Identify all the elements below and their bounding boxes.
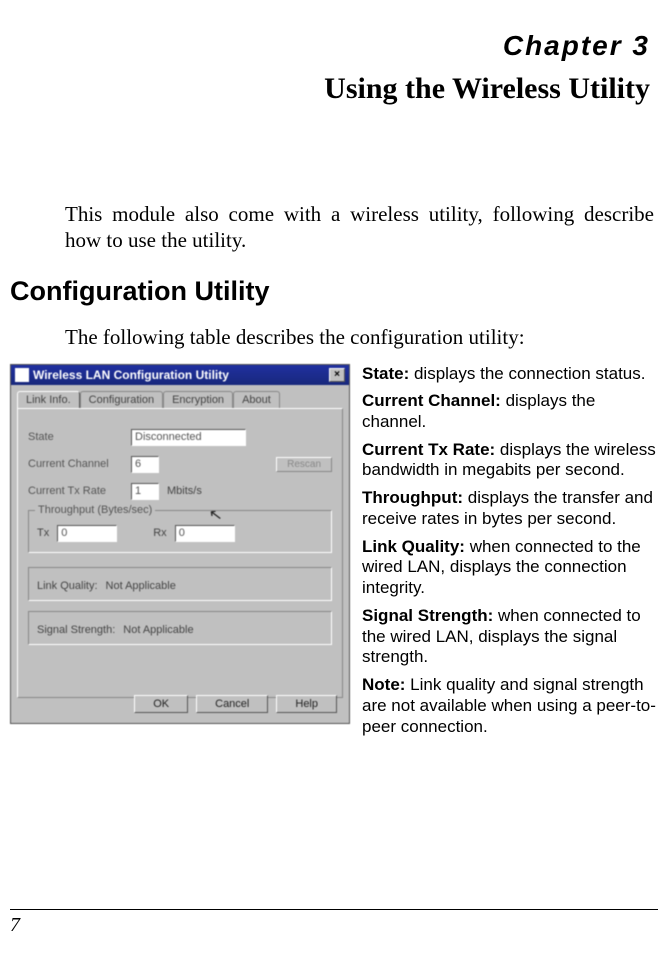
- app-icon: [15, 368, 29, 382]
- txrate-field: 1: [131, 483, 159, 500]
- ok-button[interactable]: OK: [134, 695, 188, 713]
- tab-about[interactable]: About: [233, 391, 280, 408]
- tab-link-info[interactable]: Link Info.: [17, 391, 80, 408]
- desc-note: Note: Link quality and signal strength a…: [362, 675, 658, 737]
- link-quality-group: Link Quality: Not Applicable: [28, 567, 332, 601]
- desc-signal: Signal Strength: when connected to the w…: [362, 606, 658, 668]
- desc-state: State: displays the connection status.: [362, 364, 658, 385]
- content-row: Wireless LAN Configuration Utility × Lin…: [10, 364, 658, 745]
- tx-label: Tx: [37, 527, 49, 539]
- channel-field: 6: [131, 456, 159, 473]
- throughput-group: Throughput (Bytes/sec) Tx 0 Rx 0: [28, 510, 332, 553]
- link-quality-label: Link Quality:: [37, 580, 98, 592]
- rescan-button[interactable]: Rescan: [276, 457, 332, 472]
- desc-txrate: Current Tx Rate: displays the wireless b…: [362, 440, 658, 481]
- page-number: 7: [10, 914, 20, 936]
- tab-configuration[interactable]: Configuration: [80, 391, 163, 408]
- desc-channel: Current Channel: displays the channel.: [362, 391, 658, 432]
- state-label: State: [28, 431, 123, 443]
- link-quality-value: Not Applicable: [106, 580, 176, 592]
- section-heading: Configuration Utility: [10, 276, 658, 307]
- config-utility-screenshot: Wireless LAN Configuration Utility × Lin…: [10, 364, 350, 724]
- txrate-unit: Mbits/s: [167, 485, 202, 497]
- page-footer: 7: [10, 909, 658, 937]
- dialog-buttons: OK Cancel Help: [134, 695, 337, 713]
- tab-encryption[interactable]: Encryption: [163, 391, 233, 408]
- throughput-label: Throughput (Bytes/sec): [35, 504, 155, 516]
- rx-field: 0: [175, 525, 235, 542]
- cancel-button[interactable]: Cancel: [196, 695, 268, 713]
- section-intro: The following table describes the config…: [65, 325, 654, 350]
- tab-panel: State Disconnected Current Channel 6 Res…: [17, 408, 343, 698]
- rx-label: Rx: [153, 527, 166, 539]
- description-column: State: displays the connection status. C…: [362, 364, 658, 745]
- tx-field: 0: [57, 525, 117, 542]
- titlebar: Wireless LAN Configuration Utility ×: [11, 365, 349, 385]
- signal-label: Signal Strength:: [37, 624, 115, 636]
- desc-throughput: Throughput: displays the transfer and re…: [362, 488, 658, 529]
- window-title: Wireless LAN Configuration Utility: [33, 368, 229, 382]
- intro-paragraph: This module also come with a wireless ut…: [65, 201, 654, 254]
- close-button[interactable]: ×: [329, 368, 345, 382]
- channel-label: Current Channel: [28, 458, 123, 470]
- chapter-label: Chapter 3: [10, 30, 650, 62]
- help-button[interactable]: Help: [276, 695, 337, 713]
- desc-link-quality: Link Quality: when connected to the wire…: [362, 537, 658, 599]
- txrate-label: Current Tx Rate: [28, 485, 123, 497]
- state-field: Disconnected: [131, 429, 246, 446]
- signal-group: Signal Strength: Not Applicable: [28, 611, 332, 645]
- chapter-title: Using the Wireless Utility: [10, 72, 650, 106]
- tab-strip: Link Info. Configuration Encryption Abou…: [17, 391, 343, 408]
- signal-value: Not Applicable: [123, 624, 193, 636]
